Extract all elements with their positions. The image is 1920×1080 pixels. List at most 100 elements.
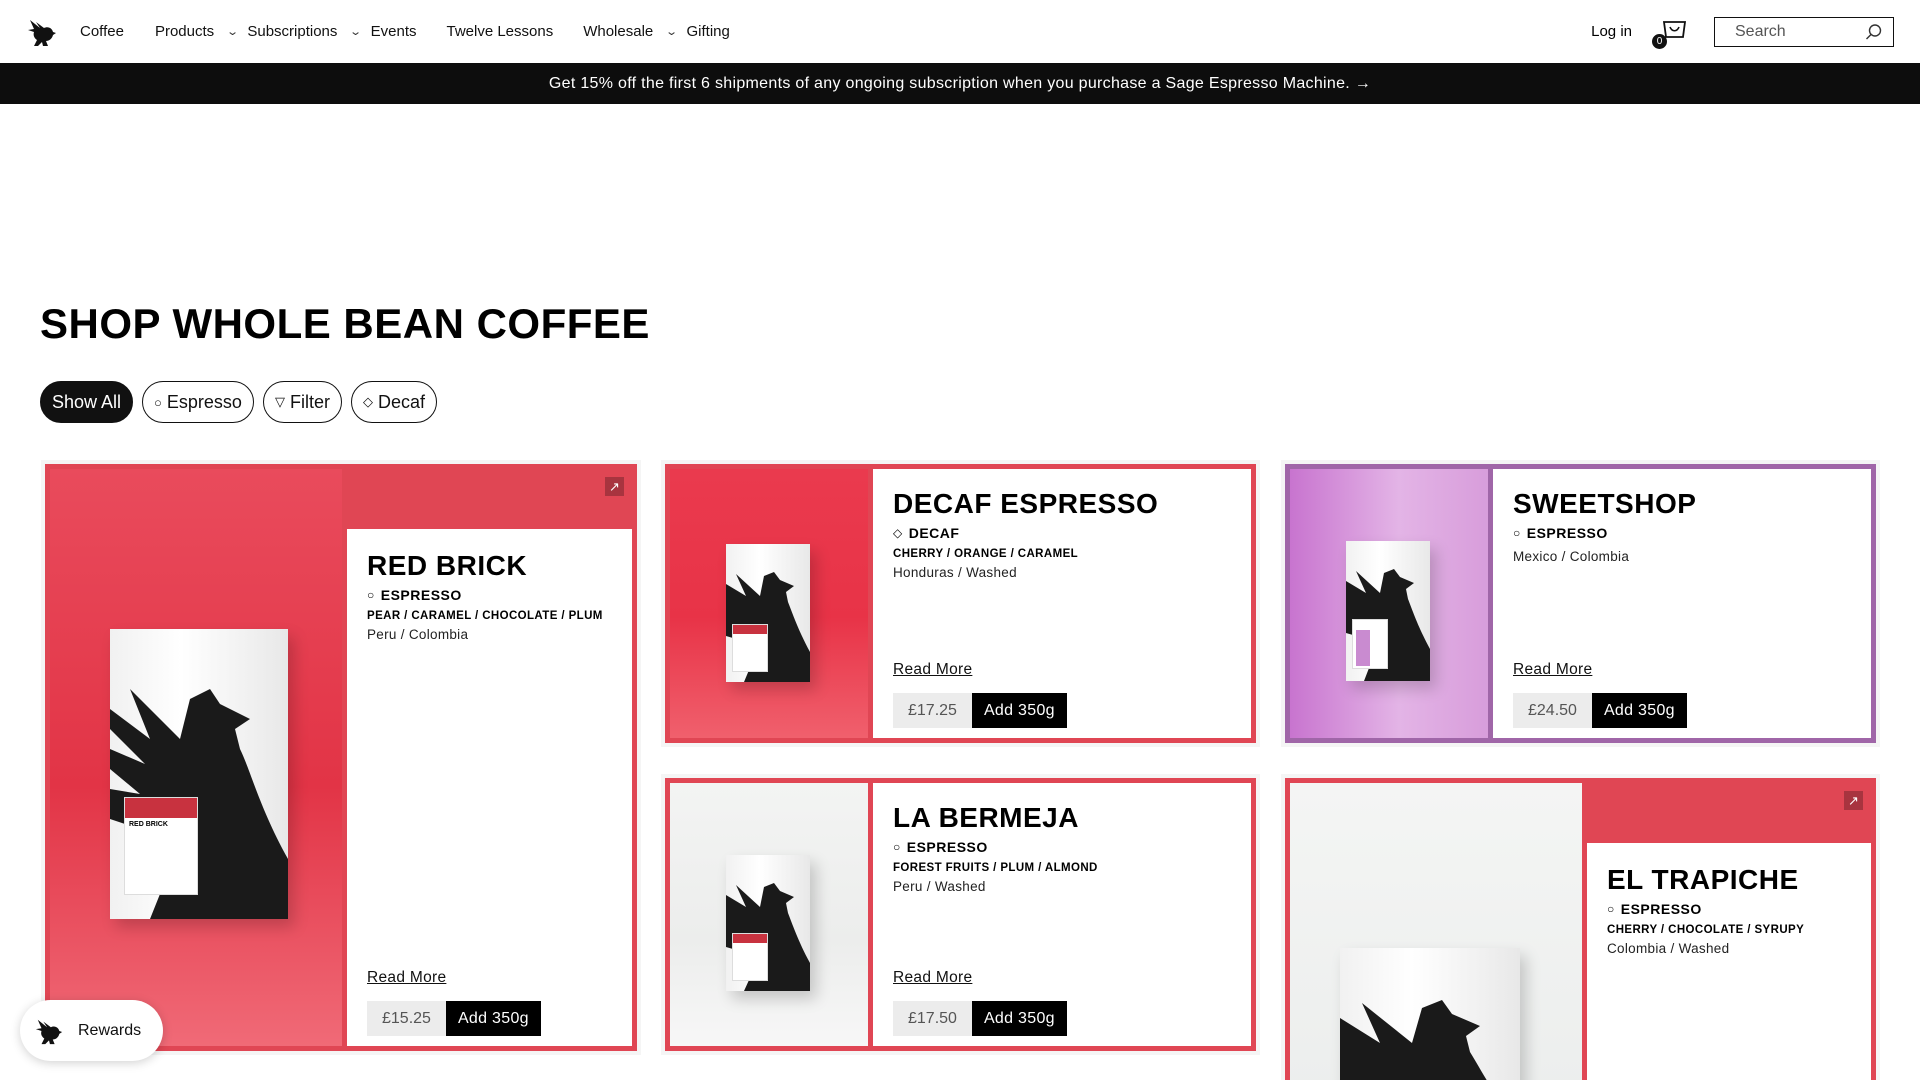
expand-icon[interactable]: ↗ xyxy=(605,477,624,496)
product-card-la-bermeja[interactable]: ↗ LA BERMEJA ○ESPRESSO FOREST FRUITS / P… xyxy=(665,778,1256,1051)
product-image: RED BRICK xyxy=(50,469,342,1046)
tasting-notes: PEAR / CARAMEL / CHOCOLATE / PLUM xyxy=(367,609,603,622)
read-more-link[interactable]: Read More xyxy=(367,969,446,987)
cart-button[interactable]: 0 xyxy=(1652,19,1688,49)
product-image xyxy=(670,783,868,1046)
nav-twelve-lessons[interactable]: Twelve Lessons xyxy=(446,23,553,40)
product-info: SWEETSHOP ○ ESPRESSO Mexico / Colombia Re… xyxy=(1488,469,1871,738)
filter-show-all-label: Show All xyxy=(52,391,122,412)
add-to-cart-button[interactable]: Add 350g xyxy=(971,693,1067,728)
search-field[interactable] xyxy=(1714,16,1894,47)
circle-icon: ○ xyxy=(1607,901,1615,916)
price: £24.50 xyxy=(1513,693,1592,728)
circle-icon: ○ xyxy=(1513,525,1521,540)
product-info: DECAF ESPRESSO ◇ DECAF CHERRY / ORANGE / … xyxy=(868,469,1251,738)
product-type: ○ ESPRESSO xyxy=(893,839,1231,855)
nav-coffee[interactable]: Coffee xyxy=(80,23,124,40)
product-type-label: ESPRESSO xyxy=(1526,524,1608,541)
add-to-cart-button[interactable]: Add 350g xyxy=(971,1001,1067,1036)
rewards-label: Rewards xyxy=(78,1021,142,1039)
nav-gifting[interactable]: Gifting xyxy=(686,23,729,40)
product-info: LA BERMEJA ○ ESPRESSO FOREST FRUITS / PLU… xyxy=(868,783,1251,1046)
read-more-link[interactable]: Read More xyxy=(893,969,972,987)
site-header: Coffee Products ⌄ Subscriptions ⌄ Events T… xyxy=(0,0,1920,63)
product-origin: Honduras / Washed xyxy=(893,564,1017,580)
product-type: ○ ESPRESSO xyxy=(1513,525,1851,541)
coffee-bag-image xyxy=(726,855,810,991)
product-type: ○ ESPRESSO xyxy=(1607,901,1852,917)
chevron-down-icon: ⌄ xyxy=(665,26,679,38)
bag-label-band xyxy=(1356,630,1370,666)
buy-row: £17.25 Add 350g xyxy=(893,693,1067,728)
nav-products-label: Products xyxy=(154,23,215,40)
search-input[interactable] xyxy=(1735,22,1855,41)
nav-wholesale[interactable]: Wholesale ⌄ xyxy=(583,23,679,40)
nav-subscriptions-label: Subscriptions xyxy=(247,23,338,40)
nav-twelve-lessons-label: Twelve Lessons xyxy=(446,23,554,40)
product-info: EL TRAPICHE ○ ESPRESSO CHERRY / CHOCOLATE… xyxy=(1587,843,1871,1080)
nav-events[interactable]: Events xyxy=(371,23,417,40)
main-nav: Coffee Products ⌄ Subscriptions ⌄ Events T… xyxy=(80,0,730,63)
circle-icon: ○ xyxy=(154,394,162,410)
product-origin: Mexico / Colombia xyxy=(1513,548,1630,564)
price: £17.25 xyxy=(893,693,972,728)
product-image xyxy=(1290,469,1488,738)
product-card-sweetshop[interactable]: ↗ SWEETSHOP ○ESPRESSO Mexico / Colombia … xyxy=(1285,464,1876,743)
product-name: RED BRICK xyxy=(367,550,528,581)
announcement-text: Get 15% off the first 6 shipments of any… xyxy=(548,74,1372,92)
login-link[interactable]: Log in xyxy=(1591,23,1632,40)
coffee-bag-image: RED BRICK xyxy=(110,629,288,919)
filter-espresso[interactable]: ○ Espresso xyxy=(142,381,254,423)
filter-espresso-label: Espresso xyxy=(166,391,242,412)
product-name: EL TRAPICHE xyxy=(1607,864,1799,895)
circle-icon: ○ xyxy=(367,587,375,602)
buy-row: £17.50 Add 350g xyxy=(893,1001,1067,1036)
rewards-button[interactable]: Rewards xyxy=(20,1000,163,1061)
product-type: ◇ DECAF xyxy=(893,525,1231,541)
product-type-label: DECAF xyxy=(908,524,960,541)
cart-count-badge: 0 xyxy=(1652,33,1667,49)
nav-subscriptions[interactable]: Subscriptions ⌄ xyxy=(247,23,362,40)
search-icon[interactable] xyxy=(1865,23,1883,41)
read-more-link[interactable]: Read More xyxy=(1513,661,1592,679)
coffee-bag-image xyxy=(1340,948,1520,1080)
product-name: SWEETSHOP xyxy=(1513,488,1697,519)
circle-icon: ○ xyxy=(893,839,901,854)
nav-wholesale-label: Wholesale xyxy=(583,23,654,40)
product-card-decaf-espresso[interactable]: ↗ DECAF ESPRESSO ◇DECAF CHERRY / ORANGE … xyxy=(665,464,1256,743)
product-image xyxy=(670,469,868,738)
add-to-cart-button[interactable]: Add 350g xyxy=(445,1001,541,1036)
bag-label-band xyxy=(733,934,767,943)
tasting-notes: FOREST FRUITS / PLUM / ALMOND xyxy=(893,861,1098,874)
product-card-red-brick[interactable]: RED BRICK ↗ RED BRICK ○ ESPRESSO PEAR / C… xyxy=(45,464,637,1051)
filter-bar: Show All ○ Espresso ▽ Filter ◇ Decaf xyxy=(40,381,437,423)
filter-decaf-label: Decaf xyxy=(377,391,425,412)
griffin-logo-icon[interactable] xyxy=(26,16,58,48)
announcement-bar[interactable]: Get 15% off the first 6 shipments of any… xyxy=(0,63,1920,104)
filter-show-all[interactable]: Show All xyxy=(40,381,134,423)
nav-products[interactable]: Products ⌄ xyxy=(154,23,239,40)
bag-label-band xyxy=(125,798,197,818)
read-more-link[interactable]: Read More xyxy=(893,661,972,679)
add-to-cart-button[interactable]: Add 350g xyxy=(1591,693,1687,728)
griffin-logo-icon xyxy=(35,1019,63,1044)
product-image xyxy=(1290,783,1582,1080)
product-origin: Peru / Colombia xyxy=(367,626,469,642)
tasting-notes: CHERRY / CHOCOLATE / SYRUPY xyxy=(1607,923,1805,936)
product-card-el-trapiche[interactable]: ↗ EL TRAPICHE ○ ESPRESSO CHERRY / CHOCOLA… xyxy=(1285,778,1876,1080)
nav-coffee-label: Coffee xyxy=(80,23,124,40)
diamond-icon: ◇ xyxy=(893,525,903,540)
nav-gifting-label: Gifting xyxy=(686,23,730,40)
product-type-label: ESPRESSO xyxy=(380,586,462,603)
filter-decaf[interactable]: ◇ Decaf xyxy=(350,381,437,423)
diamond-icon: ◇ xyxy=(362,394,373,409)
bag-label xyxy=(1352,619,1388,669)
expand-icon[interactable]: ↗ xyxy=(1844,791,1863,810)
filter-filter-label: Filter xyxy=(289,391,330,412)
coffee-bag-image xyxy=(1346,541,1430,681)
triangle-icon: ▽ xyxy=(274,394,285,409)
filter-filter[interactable]: ▽ Filter xyxy=(262,381,342,423)
griffin-bag-icon xyxy=(1340,1000,1487,1080)
tasting-notes: CHERRY / ORANGE / CARAMEL xyxy=(893,547,1079,560)
buy-row: £15.25 Add 350g xyxy=(367,1001,541,1036)
